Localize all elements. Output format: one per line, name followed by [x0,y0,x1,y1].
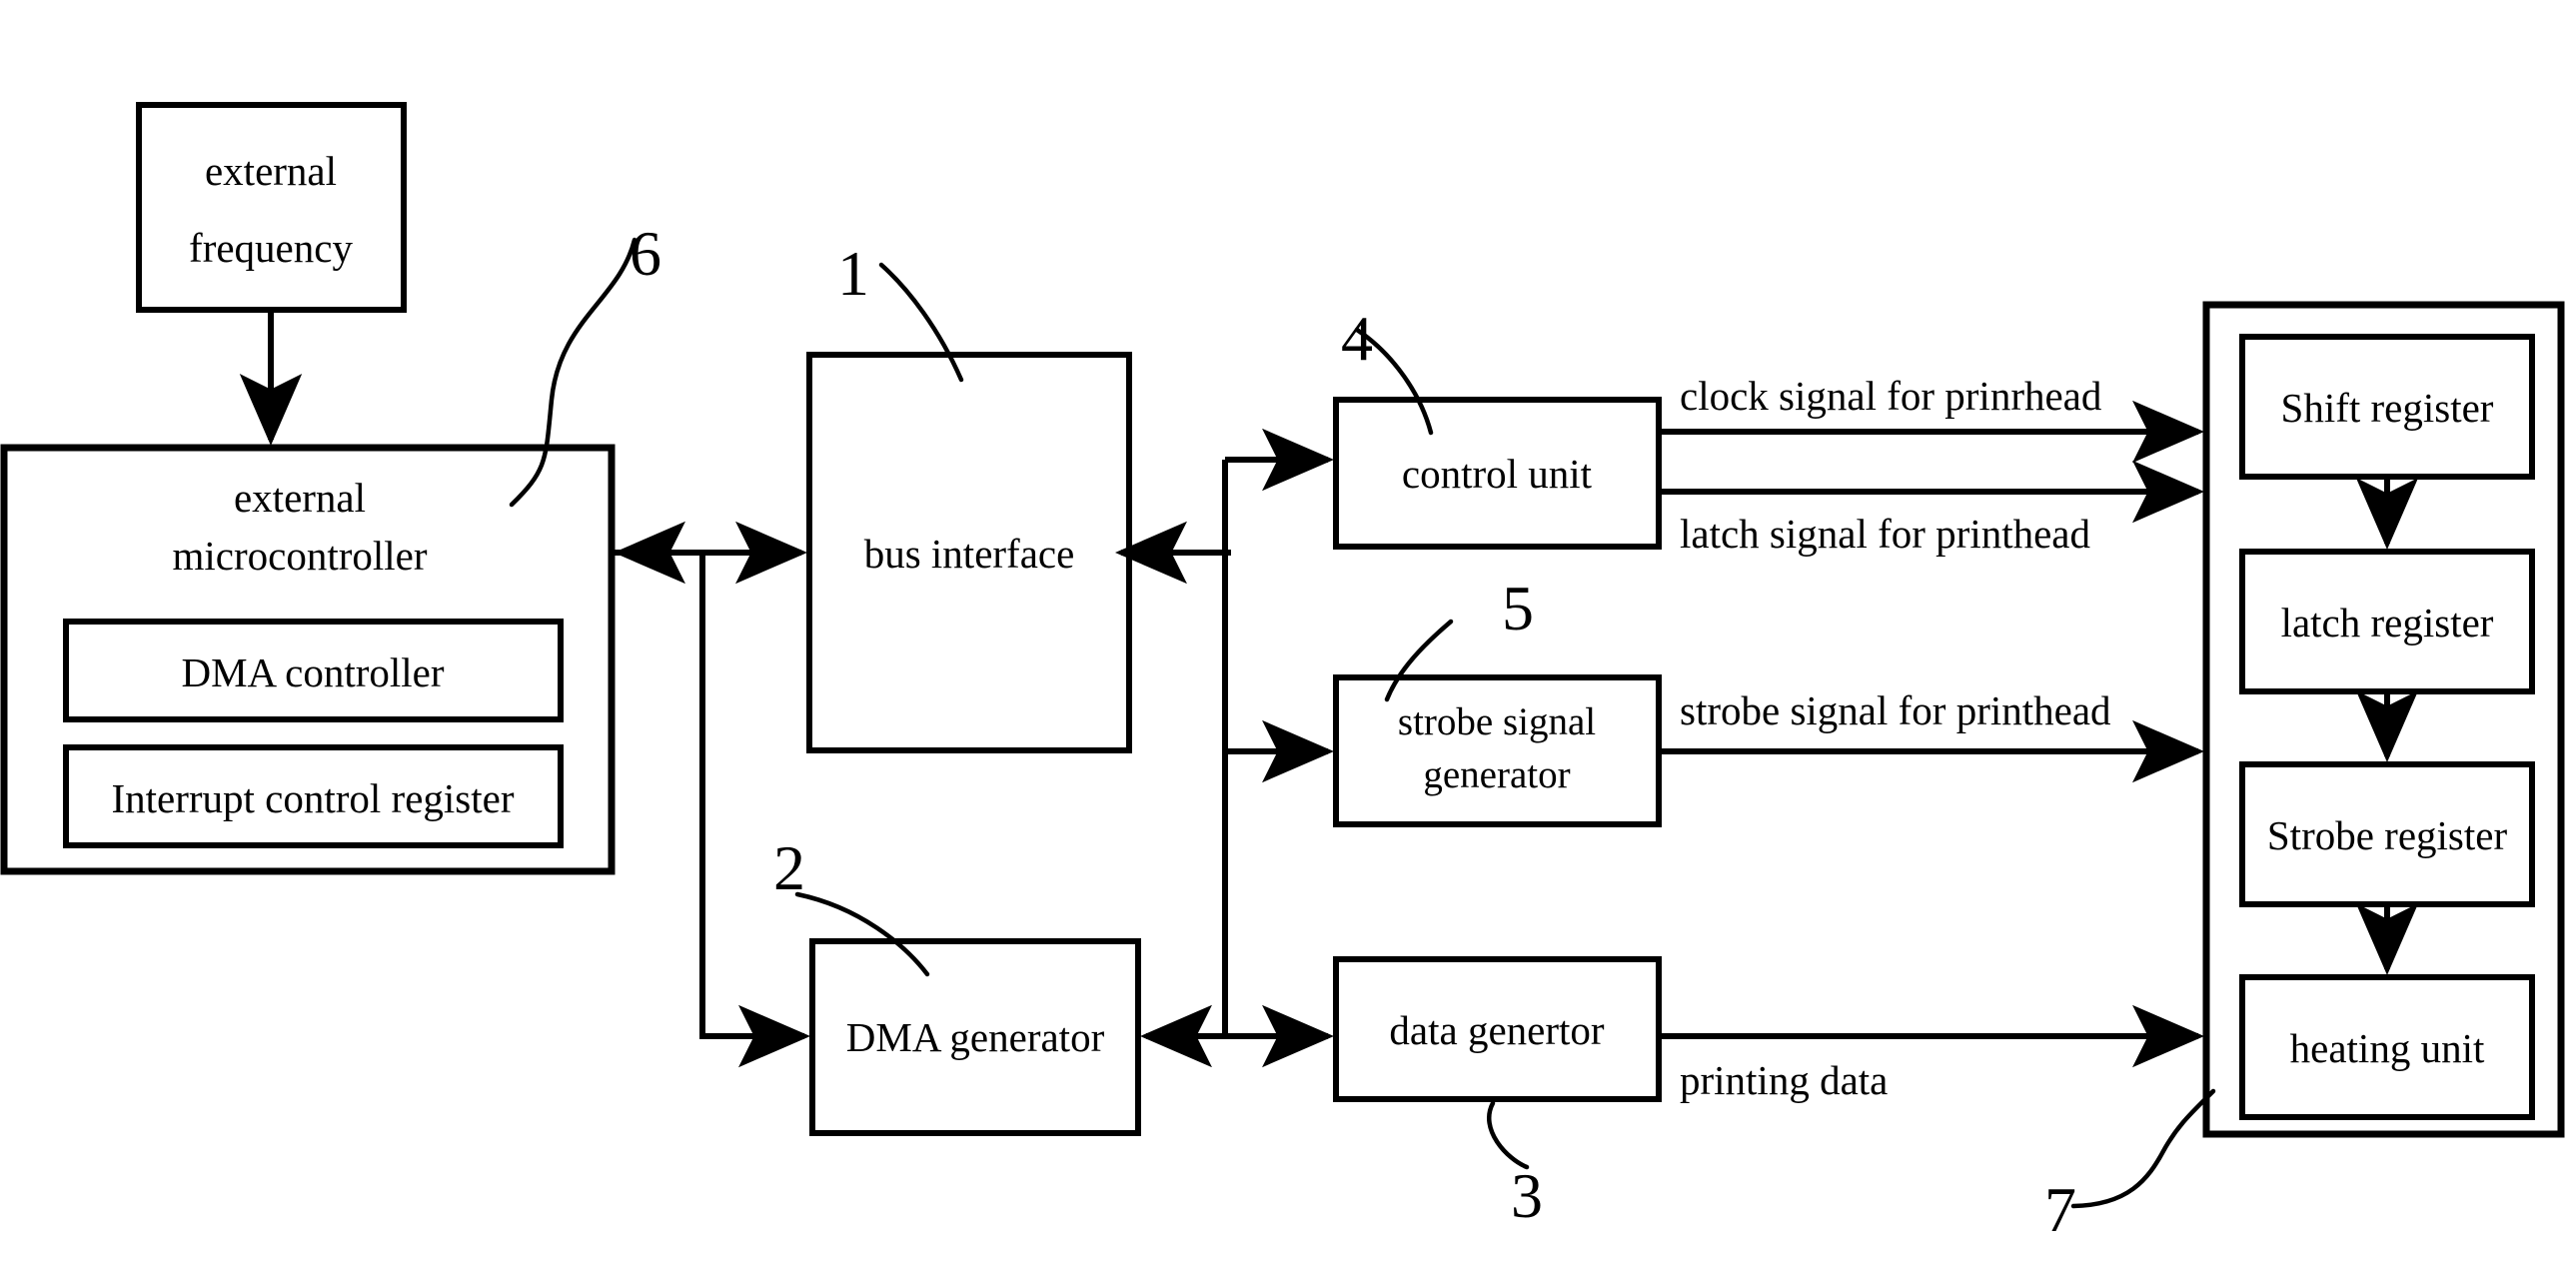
label-printing-data: printing data [1680,1057,1888,1103]
label-strobe-signal: strobe signal for printhead [1680,687,2111,733]
label-strobe-signal-generator-line1: strobe signal [1398,700,1596,743]
label-external-frequency-line2: frequency [189,225,353,271]
label-external-frequency-line1: external [205,148,337,194]
label-latch-register: latch register [2281,600,2494,645]
reference-numeral-3: 3 [1511,1160,1543,1231]
reference-numeral-6: 6 [630,218,661,289]
label-latch-signal: latch signal for printhead [1680,511,2090,557]
reference-numeral-2: 2 [773,832,805,903]
label-dma-controller: DMA controller [181,649,444,695]
label-control-unit: control unit [1402,451,1593,497]
label-interrupt-control-register: Interrupt control register [111,775,514,821]
label-bus-interface: bus interface [864,531,1075,577]
reference-numeral-5: 5 [1502,573,1534,643]
label-clock-signal: clock signal for prinrhead [1680,373,2101,419]
reference-numeral-1: 1 [837,238,869,309]
reference-numeral-4: 4 [1341,303,1373,374]
label-dma-generator: DMA generator [846,1014,1105,1060]
reference-numeral-7: 7 [2044,1174,2076,1245]
diagram-canvas: external frequency external microcontrol… [0,0,2576,1283]
label-shift-register: Shift register [2281,385,2494,431]
label-external-microcontroller-line1: external [234,475,366,521]
label-data-generator: data genertor [1389,1007,1604,1053]
label-strobe-register: Strobe register [2267,812,2508,858]
label-heating-unit: heating unit [2290,1025,2485,1071]
label-strobe-signal-generator-line2: generator [1423,753,1570,796]
label-external-microcontroller-line2: microcontroller [172,533,427,579]
